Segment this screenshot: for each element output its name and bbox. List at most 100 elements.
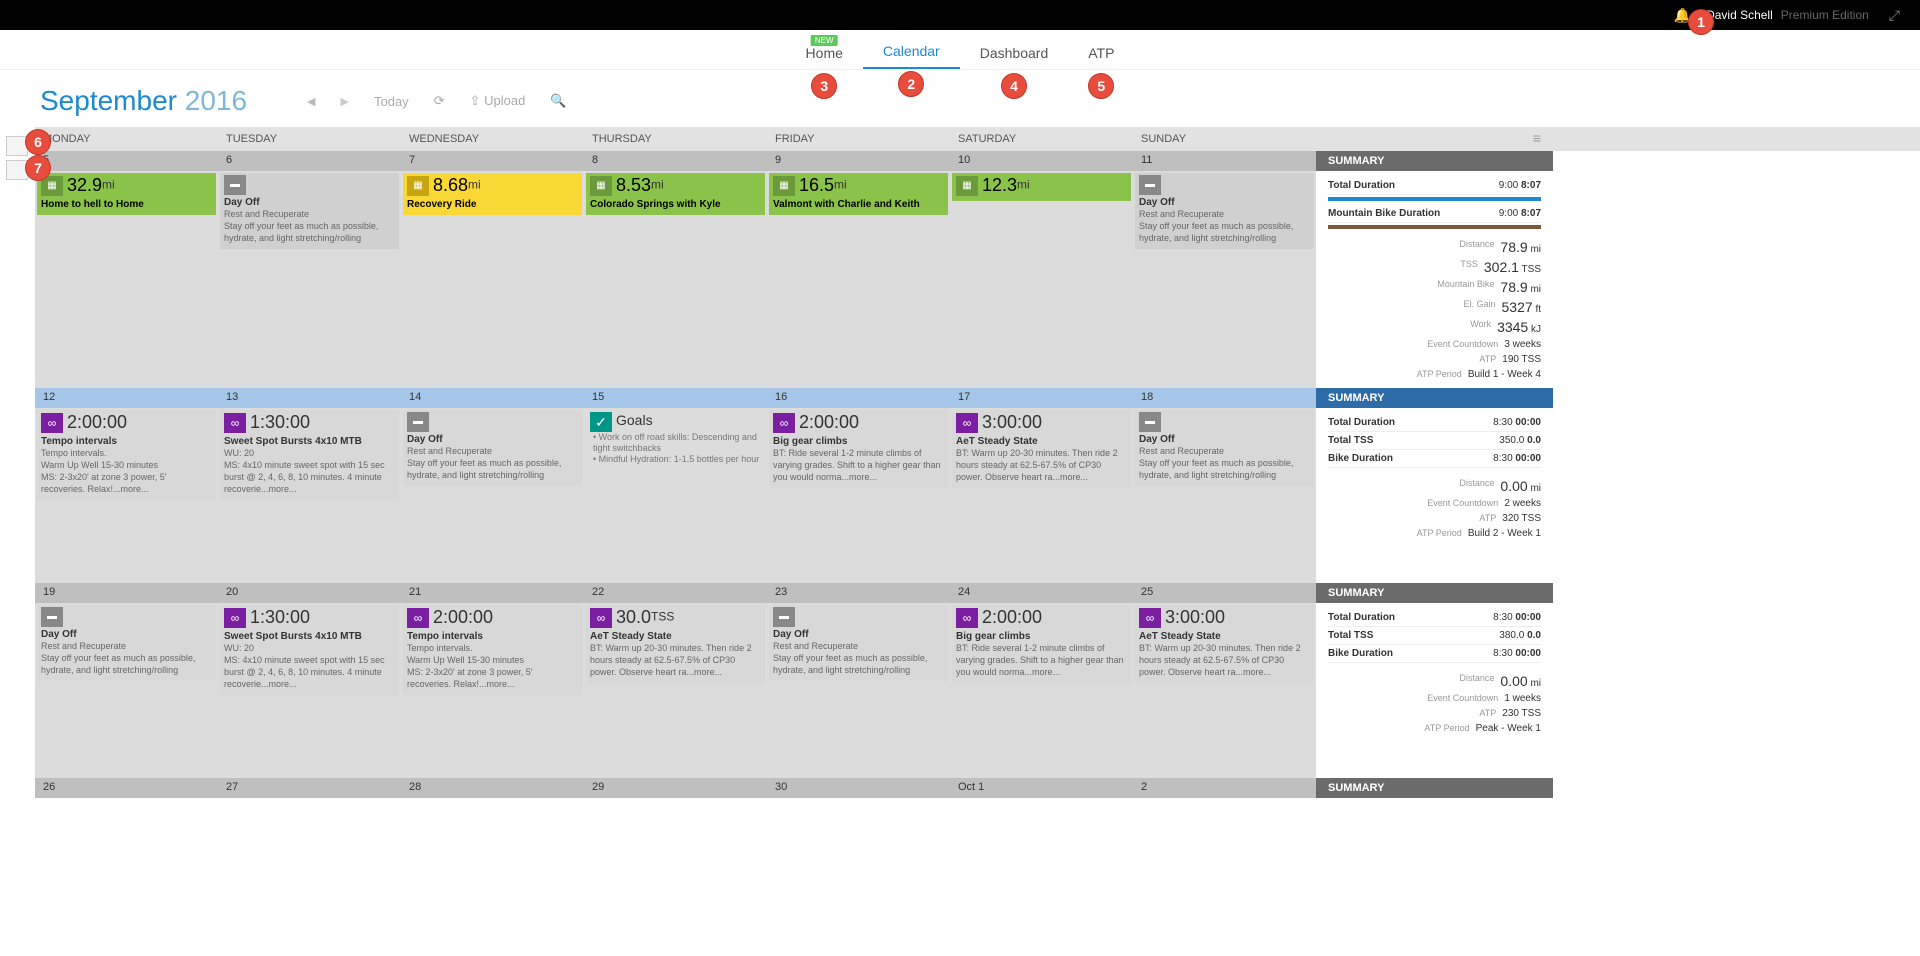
daynum[interactable]: 9 [767,151,950,171]
expand-icon[interactable]: ⤢ [1889,7,1900,24]
workout-card[interactable]: ∞2:00:00Tempo intervalsTempo intervals. … [403,605,582,695]
daynum[interactable]: 13 [218,388,401,408]
daynum[interactable]: 29 [584,778,767,798]
workout-card[interactable]: ∞2:00:00Big gear climbsBT: Ride several … [952,605,1131,683]
week3-nums: 19 20 21 22 23 24 25 SUMMARY [35,583,1920,603]
workout-card[interactable]: ▬Day OffRest and RecuperateStay off your… [769,605,948,681]
today-button[interactable]: Today [374,94,409,109]
workout-card[interactable]: ▬Day OffRest and RecuperateStay off your… [1135,410,1314,486]
nav-home[interactable]: NEW Home 3 [786,35,863,69]
nav-atp[interactable]: ATP 5 [1068,35,1134,69]
daynum[interactable]: 21 [401,583,584,603]
daynum[interactable]: 8 [584,151,767,171]
daynum[interactable]: 22 [584,583,767,603]
nav-tabs: NEW Home 3 Calendar 2 Dashboard 4 ATP 5 [0,30,1920,70]
mtb-bar [1328,225,1541,229]
day-cell[interactable]: ▦16.5miValmont with Charlie and Keith [767,171,950,388]
daynum[interactable]: 23 [767,583,950,603]
day-cell[interactable]: ∞30.0TSSAeT Steady StateBT: Warm up 20-3… [584,603,767,778]
week2-summary-head: SUMMARY [1316,388,1553,408]
day-cell[interactable]: ▬Day OffRest and RecuperateStay off your… [1133,408,1316,583]
day-cell[interactable]: ▬Day OffRest and RecuperateStay off your… [35,603,218,778]
day-cell[interactable]: ▬Day OffRest and RecuperateStay off your… [218,171,401,388]
workout-card[interactable]: ∞30.0TSSAeT Steady StateBT: Warm up 20-3… [586,605,765,683]
search-icon[interactable]: 🔍 [550,93,566,109]
daynum[interactable]: 28 [401,778,584,798]
day-cell[interactable]: ∞3:00:00AeT Steady StateBT: Warm up 20-3… [950,408,1133,583]
daynum[interactable]: 24 [950,583,1133,603]
daynum[interactable]: 10 [950,151,1133,171]
rest-icon: ▬ [407,412,429,432]
goal-card[interactable]: ✓Goals • Work on off road skills: Descen… [586,410,765,469]
week4-summary-head: SUMMARY [1316,778,1553,798]
daynum[interactable]: 12 [35,388,218,408]
workout-card[interactable]: ▦32.9miHome to hell to Home [37,173,216,215]
top-bar: 🔔 1 David Schell Premium Edition ⤢ [0,0,1920,30]
day-cell[interactable]: ∞2:00:00Big gear climbsBT: Ride several … [767,408,950,583]
workout-card[interactable]: ∞1:30:00Sweet Spot Bursts 4x10 MTBWU: 20… [220,605,399,695]
dayhead-wed: WEDNESDAY [401,127,584,151]
bike-icon: ∞ [1139,608,1161,628]
workout-card[interactable]: ∞1:30:00Sweet Spot Bursts 4x10 MTBWU: 20… [220,410,399,500]
workout-card[interactable]: ▦8.53miColorado Springs with Kyle [586,173,765,215]
workout-card[interactable]: ▬Day OffRest and RecuperateStay off your… [403,410,582,486]
daynum[interactable]: 18 [1133,388,1316,408]
day-cell[interactable]: ▬Day OffRest and RecuperateStay off your… [767,603,950,778]
next-icon[interactable]: ▶ [341,95,349,108]
day-cell[interactable]: ▬Day OffRest and RecuperateStay off your… [1133,171,1316,388]
week1-nums: 5 6 7 8 9 10 11 SUMMARY [35,151,1920,171]
daynum[interactable]: 15 [584,388,767,408]
daynum[interactable]: 2 [1133,778,1316,798]
bike-icon: ∞ [590,608,612,628]
upload-button[interactable]: ⇪ Upload [470,93,526,109]
workout-card[interactable]: ▦12.3mi [952,173,1131,201]
day-cell[interactable]: ∞2:00:00Big gear climbsBT: Ride several … [950,603,1133,778]
nav-dashboard[interactable]: Dashboard 4 [960,35,1069,69]
day-cell[interactable]: ▦12.3mi [950,171,1133,388]
daynum[interactable]: 25 [1133,583,1316,603]
daynum[interactable]: 27 [218,778,401,798]
user-name[interactable]: David Schell [1706,8,1773,22]
calendar-main: MONDAY TUESDAY WEDNESDAY THURSDAY FRIDAY… [35,127,1920,798]
mtb-icon: ▦ [407,176,429,196]
daynum[interactable]: 14 [401,388,584,408]
workout-card[interactable]: ▬Day OffRest and RecuperateStay off your… [1135,173,1314,249]
workout-card[interactable]: ▬Day OffRest and RecuperateStay off your… [37,605,216,681]
daynum[interactable]: 5 [35,151,218,171]
workout-card[interactable]: ∞3:00:00AeT Steady StateBT: Warm up 20-3… [1135,605,1314,683]
daynum[interactable]: 30 [767,778,950,798]
day-cell[interactable]: ∞2:00:00Tempo intervalsTempo intervals. … [401,603,584,778]
daynum[interactable]: 6 [218,151,401,171]
workout-card[interactable]: ∞3:00:00AeT Steady StateBT: Warm up 20-3… [952,410,1131,488]
day-cell[interactable]: ▦8.53miColorado Springs with Kyle [584,171,767,388]
day-cell[interactable]: ▦8.68miRecovery Ride [401,171,584,388]
nav-calendar[interactable]: Calendar 2 [863,33,960,69]
workout-card[interactable]: ▬Day OffRest and RecuperateStay off your… [220,173,399,249]
daynum[interactable]: 19 [35,583,218,603]
workout-card[interactable]: ∞2:00:00Tempo intervalsTempo intervals. … [37,410,216,500]
daynum[interactable]: 26 [35,778,218,798]
day-cell[interactable]: ∞1:30:00Sweet Spot Bursts 4x10 MTBWU: 20… [218,603,401,778]
workout-card[interactable]: ▦16.5miValmont with Charlie and Keith [769,173,948,215]
day-cell[interactable]: ∞3:00:00AeT Steady StateBT: Warm up 20-3… [1133,603,1316,778]
day-cell[interactable]: ∞2:00:00Tempo intervalsTempo intervals. … [35,408,218,583]
refresh-icon[interactable]: ⟳ [434,93,445,109]
day-cell[interactable]: ▦32.9miHome to hell to Home [35,171,218,388]
day-cell[interactable]: ▬Day OffRest and RecuperateStay off your… [401,408,584,583]
workout-card[interactable]: ▦8.68miRecovery Ride [403,173,582,215]
bike-icon: ∞ [224,413,246,433]
day-cell[interactable]: ∞1:30:00Sweet Spot Bursts 4x10 MTBWU: 20… [218,408,401,583]
daynum[interactable]: 17 [950,388,1133,408]
daynum[interactable]: 16 [767,388,950,408]
bike-icon: ∞ [956,413,978,433]
daynum[interactable]: 7 [401,151,584,171]
prev-icon[interactable]: ◀ [307,95,315,108]
week2-summary: Total Duration8:30 00:00 Total TSS350.0 … [1316,408,1553,583]
hamburger-icon[interactable]: ≡ [1533,133,1541,143]
daynum[interactable]: 20 [218,583,401,603]
bike-icon: ∞ [956,608,978,628]
daynum[interactable]: 11 [1133,151,1316,171]
day-cell[interactable]: ✓Goals • Work on off road skills: Descen… [584,408,767,583]
workout-card[interactable]: ∞2:00:00Big gear climbsBT: Ride several … [769,410,948,488]
daynum[interactable]: Oct 1 [950,778,1133,798]
